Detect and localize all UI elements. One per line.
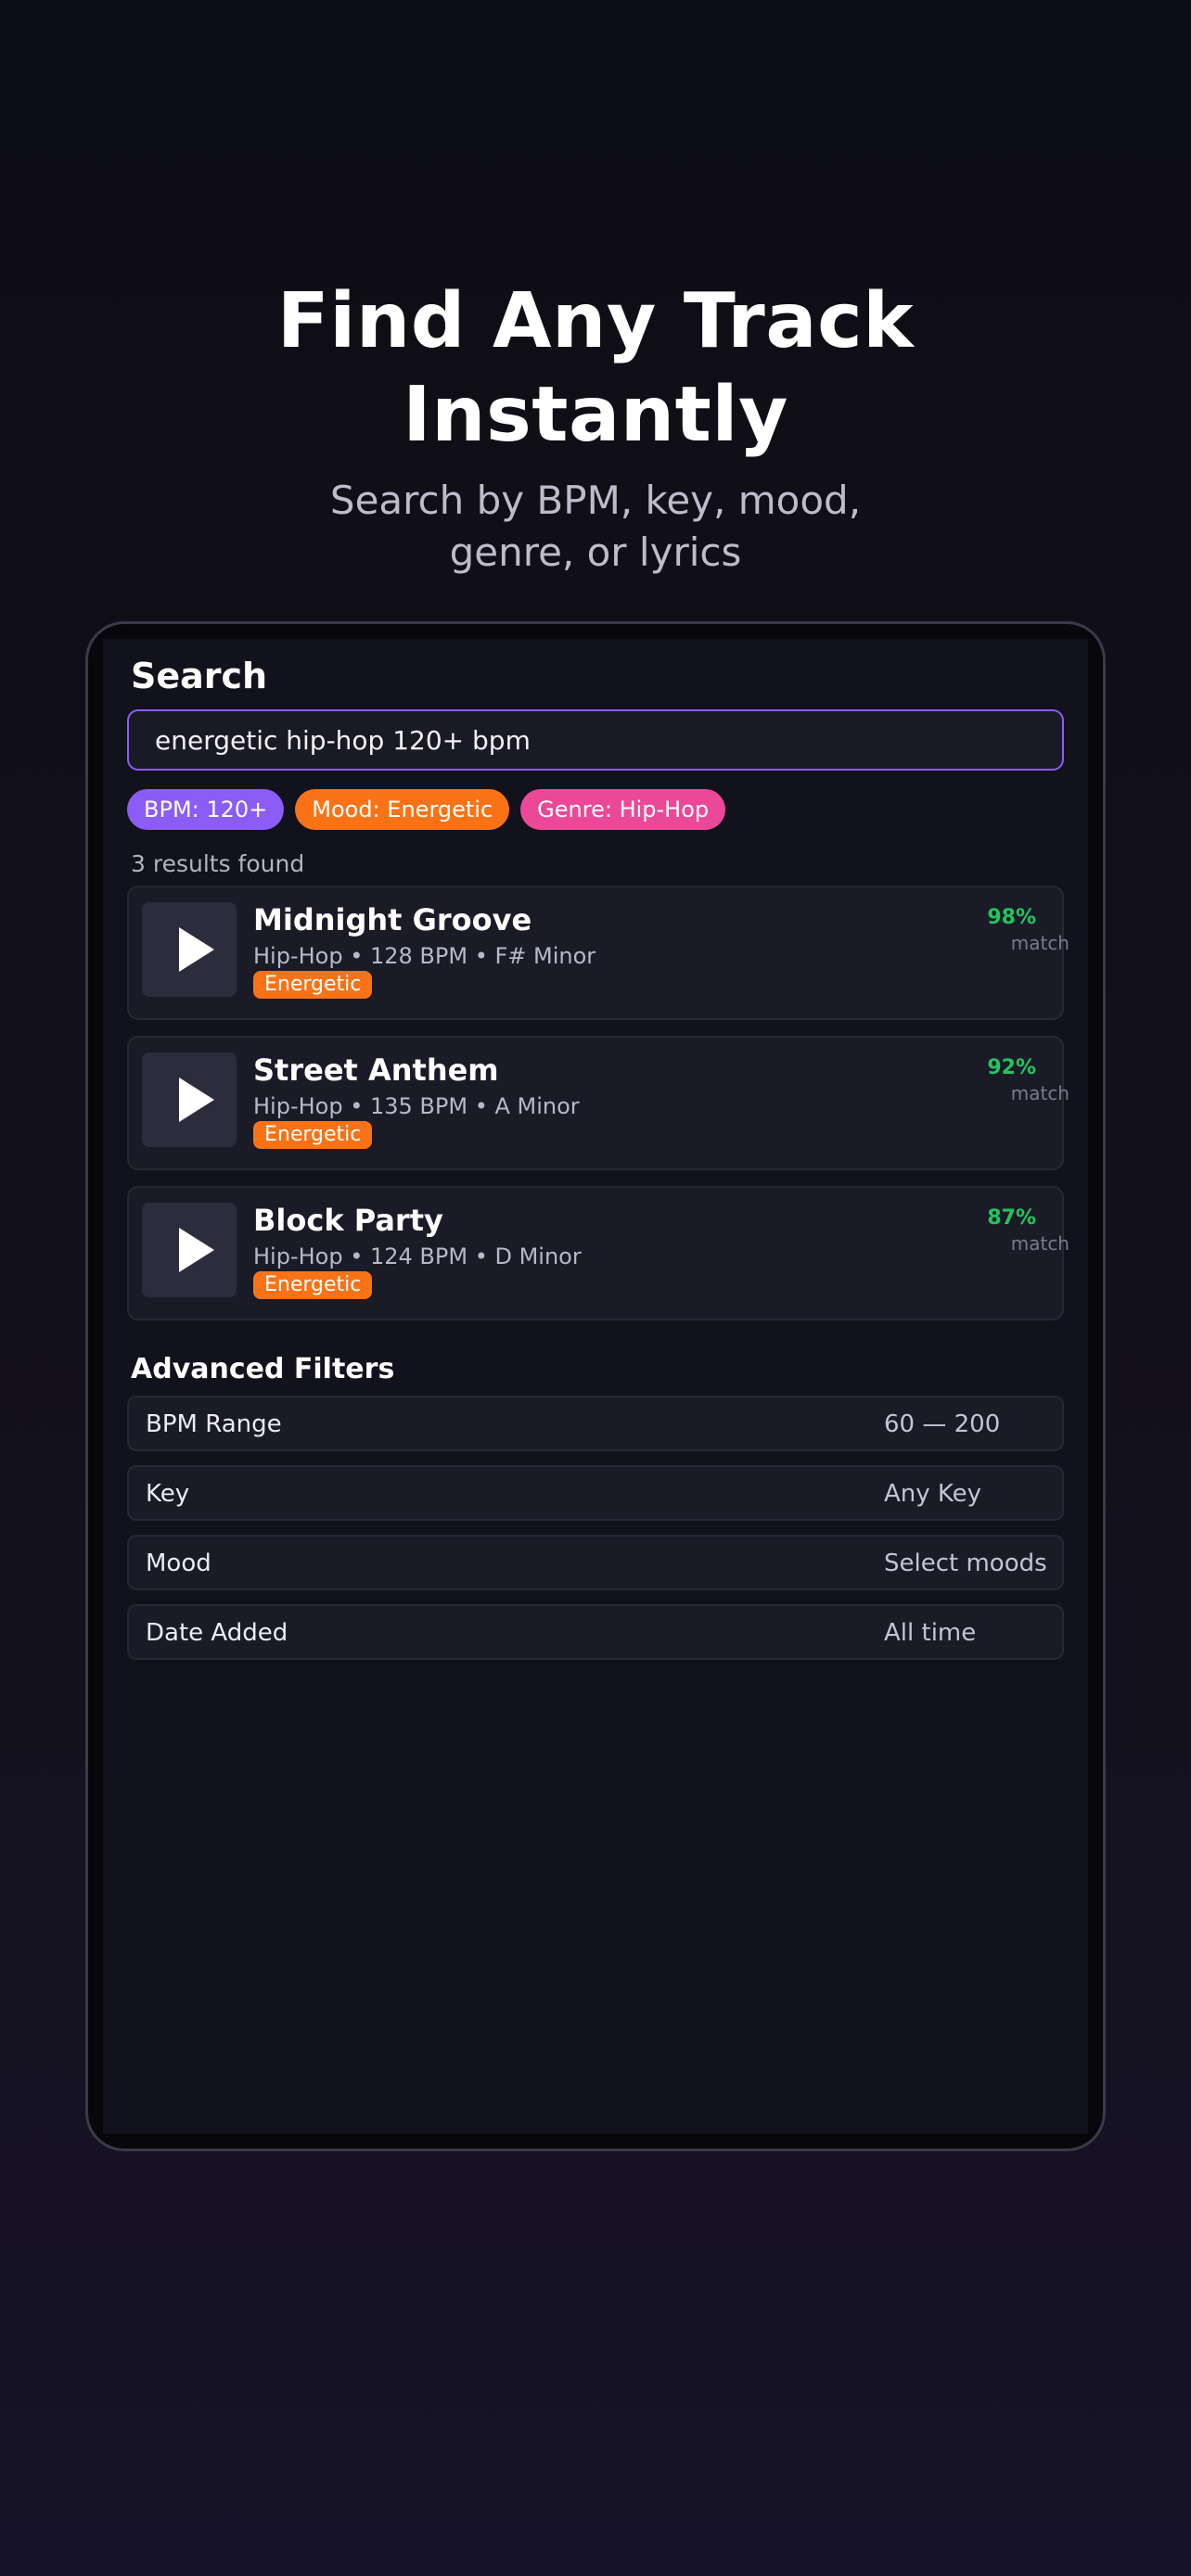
result-card-street-anthem[interactable]: Street Anthem Hip-Hop • 135 BPM • A Mino… xyxy=(127,1036,1069,1170)
track-title: Block Party xyxy=(253,1203,443,1238)
chip-bpm[interactable]: BPM: 120+ xyxy=(127,789,285,830)
filter-date-added[interactable]: Date Added All time xyxy=(127,1604,1064,1660)
play-button[interactable] xyxy=(142,1203,237,1297)
mood-badge: Energetic xyxy=(253,1121,373,1149)
chip-mood[interactable]: Mood: Energetic xyxy=(295,789,510,830)
play-button[interactable] xyxy=(142,1052,237,1147)
advanced-filters-title: Advanced Filters xyxy=(131,1353,395,1385)
play-icon xyxy=(179,927,214,972)
device-screen: Search BPM: 120+ Mood: Energetic Genre: … xyxy=(103,639,1088,2134)
track-meta: Hip-Hop • 135 BPM • A Minor xyxy=(253,1093,580,1119)
hero-title-line: Find Any Track xyxy=(276,277,915,365)
match-percentage: 92% xyxy=(987,1056,1036,1079)
results-count: 3 results found xyxy=(131,850,305,877)
play-icon xyxy=(179,1078,214,1122)
filter-key[interactable]: Key Any Key xyxy=(127,1465,1064,1521)
filter-value: 60 — 200 xyxy=(884,1410,1001,1438)
track-meta: Hip-Hop • 128 BPM • F# Minor xyxy=(253,943,596,969)
search-input[interactable] xyxy=(127,709,1064,771)
filter-mood[interactable]: Mood Select moods xyxy=(127,1535,1064,1590)
hero-title-line: Instantly xyxy=(403,371,788,459)
result-card-block-party[interactable]: Block Party Hip-Hop • 124 BPM • D Minor … xyxy=(127,1186,1069,1320)
filter-value: Any Key xyxy=(884,1480,982,1508)
track-title: Midnight Groove xyxy=(253,902,532,937)
filter-value: Select moods xyxy=(884,1549,1047,1577)
filter-label: Key xyxy=(146,1480,190,1508)
filter-bpm-range[interactable]: BPM Range 60 — 200 xyxy=(127,1396,1064,1451)
hero-title: Find Any Track Instantly xyxy=(0,274,1191,462)
hero-subtitle-line: genre, or lyrics xyxy=(449,529,742,575)
search-panel-title: Search xyxy=(131,656,268,696)
track-meta: Hip-Hop • 124 BPM • D Minor xyxy=(253,1243,582,1269)
filter-value: All time xyxy=(884,1619,977,1647)
match-percentage: 87% xyxy=(987,1206,1036,1230)
match-label: match xyxy=(1010,1232,1069,1255)
filter-label: Mood xyxy=(146,1549,211,1577)
play-button[interactable] xyxy=(142,902,237,997)
hero-subtitle: Search by BPM, key, mood, genre, or lyri… xyxy=(0,475,1191,579)
chip-genre[interactable]: Genre: Hip-Hop xyxy=(520,789,726,830)
filter-label: BPM Range xyxy=(146,1410,282,1438)
match-percentage: 98% xyxy=(987,906,1036,929)
hero-subtitle-line: Search by BPM, key, mood, xyxy=(329,478,862,523)
match-label: match xyxy=(1010,932,1069,954)
filter-label: Date Added xyxy=(146,1619,288,1647)
match-label: match xyxy=(1010,1082,1069,1104)
play-icon xyxy=(179,1228,214,1272)
filter-chips: BPM: 120+ Mood: Energetic Genre: Hip-Hop xyxy=(127,789,726,830)
result-card-midnight-groove[interactable]: Midnight Groove Hip-Hop • 128 BPM • F# M… xyxy=(127,886,1069,1020)
track-title: Street Anthem xyxy=(253,1052,499,1088)
mood-badge: Energetic xyxy=(253,1271,373,1299)
mood-badge: Energetic xyxy=(253,971,373,999)
